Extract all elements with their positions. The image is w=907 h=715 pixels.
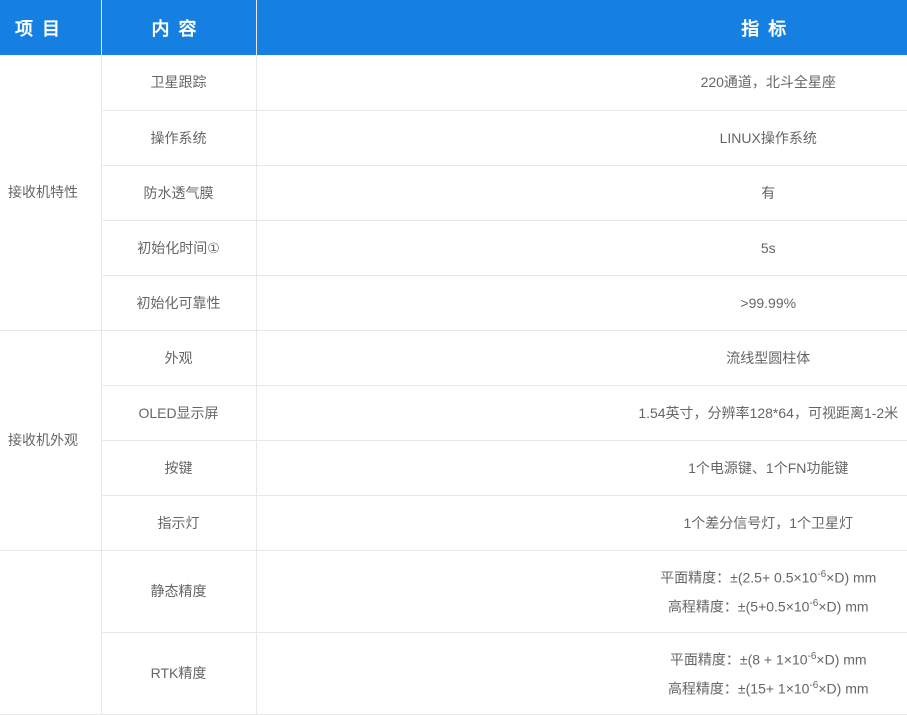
table-row: 指示灯 1个差分信号灯，1个卫星灯 bbox=[0, 495, 907, 550]
row-name: 初始化可靠性 bbox=[101, 275, 256, 330]
row-name: 操作系统 bbox=[101, 110, 256, 165]
row-value: LINUX操作系统 bbox=[256, 110, 907, 165]
row-value-line: 平面精度：±(2.5+ 0.5×10-6×D) mm bbox=[257, 562, 907, 591]
row-value: 平面精度：±(8 + 1×10-6×D) mm 高程精度：±(15+ 1×10-… bbox=[256, 632, 907, 714]
row-value: 1个电源键、1个FN功能键 bbox=[256, 440, 907, 495]
row-name: RTK精度 bbox=[101, 632, 256, 714]
group-label-receiver-appearance: 接收机外观 bbox=[0, 330, 101, 550]
table-row: 初始化时间① 5s bbox=[0, 220, 907, 275]
spec-table: 项目 内容 指标 接收机特性 卫星跟踪 220通道，北斗全星座 操作系统 LIN… bbox=[0, 0, 907, 715]
header-col-content: 内容 bbox=[101, 0, 256, 55]
row-value: 5s bbox=[256, 220, 907, 275]
row-value: 1个差分信号灯，1个卫星灯 bbox=[256, 495, 907, 550]
group-label-receiver-features: 接收机特性 bbox=[0, 55, 101, 330]
table-row: 接收机外观 外观 流线型圆柱体 bbox=[0, 330, 907, 385]
row-value: 有 bbox=[256, 165, 907, 220]
row-name: 外观 bbox=[101, 330, 256, 385]
header-col-spec: 指标 bbox=[256, 0, 907, 55]
row-name: 防水透气膜 bbox=[101, 165, 256, 220]
row-value-line: 平面精度：±(8 + 1×10-6×D) mm bbox=[257, 644, 907, 673]
table-row: 操作系统 LINUX操作系统 bbox=[0, 110, 907, 165]
table-row: 初始化可靠性 >99.99% bbox=[0, 275, 907, 330]
row-name: 卫星跟踪 bbox=[101, 55, 256, 110]
table-row: 防水透气膜 有 bbox=[0, 165, 907, 220]
row-value: 平面精度：±(2.5+ 0.5×10-6×D) mm 高程精度：±(5+0.5×… bbox=[256, 550, 907, 632]
row-value: 流线型圆柱体 bbox=[256, 330, 907, 385]
table-row: 接收机特性 卫星跟踪 220通道，北斗全星座 bbox=[0, 55, 907, 110]
row-value: 220通道，北斗全星座 bbox=[256, 55, 907, 110]
table-row: 静态精度 平面精度：±(2.5+ 0.5×10-6×D) mm 高程精度：±(5… bbox=[0, 550, 907, 632]
table-row: RTK精度 平面精度：±(8 + 1×10-6×D) mm 高程精度：±(15+… bbox=[0, 632, 907, 714]
row-value: 1.54英寸，分辨率128*64，可视距离1-2米 bbox=[256, 385, 907, 440]
header-col-item: 项目 bbox=[0, 0, 101, 55]
row-value-line: 高程精度：±(5+0.5×10-6×D) mm bbox=[257, 591, 907, 620]
row-name: OLED显示屏 bbox=[101, 385, 256, 440]
table-row: 按键 1个电源键、1个FN功能键 bbox=[0, 440, 907, 495]
row-name: 初始化时间① bbox=[101, 220, 256, 275]
row-value-line: 高程精度：±(15+ 1×10-6×D) mm bbox=[257, 673, 907, 702]
table-row: OLED显示屏 1.54英寸，分辨率128*64，可视距离1-2米 bbox=[0, 385, 907, 440]
row-name: 按键 bbox=[101, 440, 256, 495]
row-name: 指示灯 bbox=[101, 495, 256, 550]
table-header-row: 项目 内容 指标 bbox=[0, 0, 907, 55]
row-name: 静态精度 bbox=[101, 550, 256, 632]
row-value: >99.99% bbox=[256, 275, 907, 330]
group-label-precision bbox=[0, 550, 101, 714]
